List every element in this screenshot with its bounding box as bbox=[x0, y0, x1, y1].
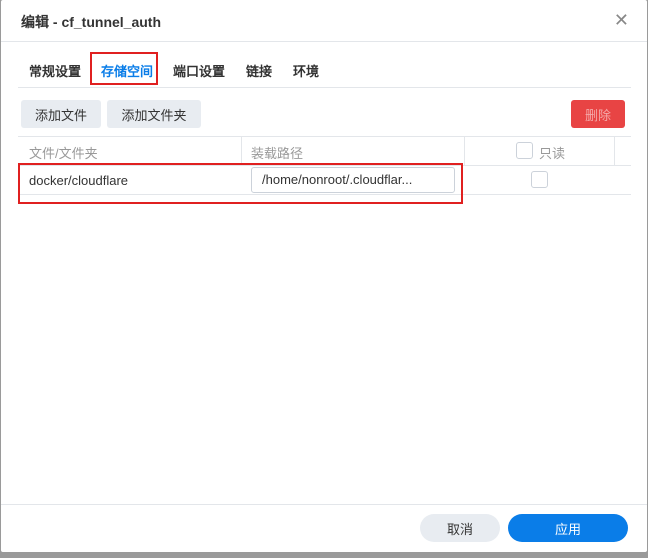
highlight-box bbox=[90, 52, 158, 85]
tab-ports[interactable]: 端口设置 bbox=[173, 61, 225, 80]
row-readonly-checkbox[interactable] bbox=[531, 171, 548, 188]
edit-dialog: 编辑 - cf_tunnel_auth ✕ 常规设置 存储空间 端口设置 链接 … bbox=[1, 0, 647, 552]
tab-links[interactable]: 链接 bbox=[246, 61, 272, 80]
header-mount: 装载路径 bbox=[251, 146, 304, 161]
footer-divider bbox=[1, 504, 647, 505]
add-folder-button[interactable]: 添加文件夹 bbox=[107, 100, 201, 128]
column-divider bbox=[614, 137, 615, 165]
tab-general[interactable]: 常规设置 bbox=[29, 61, 81, 80]
divider bbox=[1, 41, 647, 42]
column-divider bbox=[464, 137, 465, 165]
delete-button[interactable]: 删除 bbox=[571, 100, 625, 128]
tabs-divider bbox=[18, 87, 631, 88]
add-file-button[interactable]: 添加文件 bbox=[21, 100, 101, 128]
cancel-button[interactable]: 取消 bbox=[420, 514, 500, 542]
tab-environment[interactable]: 环境 bbox=[293, 61, 319, 80]
readonly-all-checkbox[interactable] bbox=[516, 142, 533, 159]
header-readonly: 只读 bbox=[539, 146, 566, 161]
table-top-border bbox=[18, 136, 631, 137]
dialog-title: 编辑 - cf_tunnel_auth bbox=[21, 14, 162, 30]
apply-button[interactable]: 应用 bbox=[508, 514, 628, 542]
highlight-box bbox=[18, 163, 463, 204]
header-file: 文件/文件夹 bbox=[29, 146, 98, 161]
close-icon[interactable]: ✕ bbox=[614, 10, 629, 31]
column-divider bbox=[241, 137, 242, 165]
